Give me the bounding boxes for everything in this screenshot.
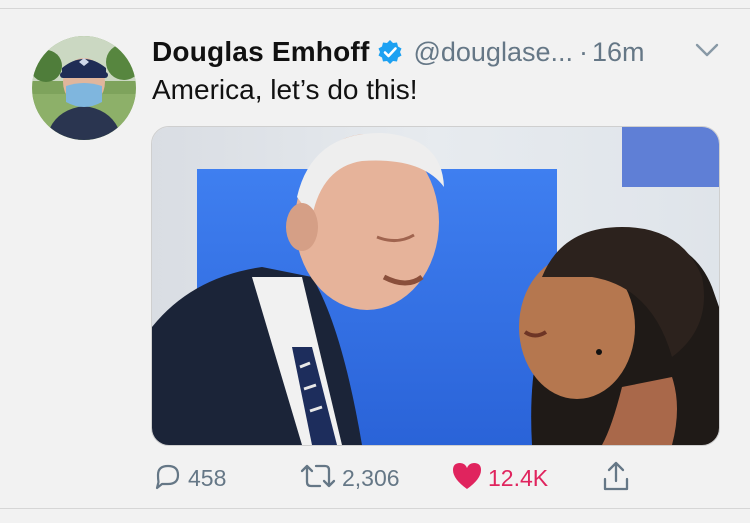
- tweet-text: America, let’s do this!: [152, 74, 418, 105]
- author-handle[interactable]: @douglase...: [413, 37, 573, 68]
- author-name[interactable]: Douglas Emhoff: [152, 36, 369, 68]
- reply-icon: [152, 460, 184, 497]
- verified-badge-icon: [377, 39, 403, 65]
- share-icon: [600, 459, 632, 498]
- retweet-count: 2,306: [342, 464, 400, 491]
- meta-separator: ·: [578, 36, 588, 67]
- like-button[interactable]: 12.4K: [450, 458, 548, 498]
- retweet-button[interactable]: 2,306: [298, 458, 400, 498]
- share-button[interactable]: [600, 458, 632, 498]
- avatar[interactable]: [32, 36, 136, 140]
- chevron-down-icon[interactable]: [694, 40, 720, 60]
- reply-button[interactable]: 458: [152, 458, 226, 498]
- like-count: 12.4K: [488, 464, 549, 491]
- tweet-card[interactable]: Douglas Emhoff @douglase... · 16m Americ…: [0, 0, 750, 523]
- tweet-photo[interactable]: [151, 126, 720, 446]
- divider-top: [0, 0, 750, 9]
- tweet-header: Douglas Emhoff @douglase... · 16m: [152, 34, 645, 70]
- reply-count: 458: [188, 464, 227, 491]
- heart-icon: [450, 460, 484, 497]
- timestamp[interactable]: 16m: [592, 37, 645, 68]
- divider-bottom: [0, 508, 750, 523]
- tweet-actions: 458 2,306 12.4K: [0, 458, 750, 498]
- retweet-icon: [298, 460, 338, 497]
